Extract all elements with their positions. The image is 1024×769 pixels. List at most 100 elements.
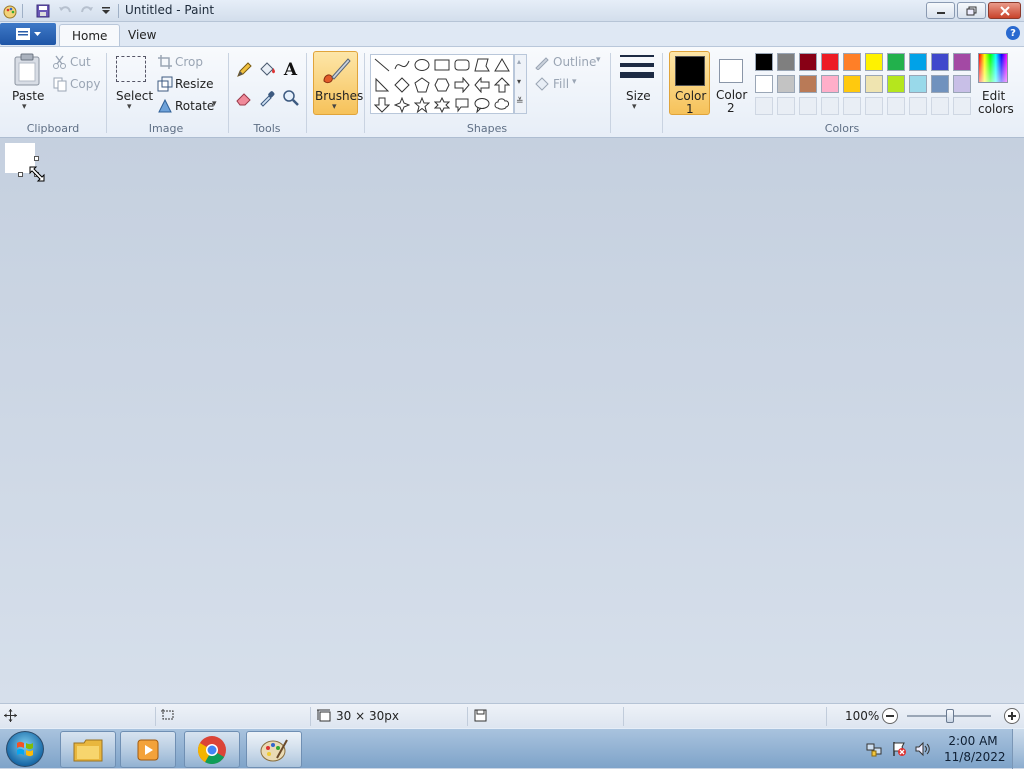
redo-icon[interactable] bbox=[79, 3, 95, 19]
rounded-rectangle-shape-icon[interactable] bbox=[452, 55, 472, 75]
brushes-button[interactable]: Brushes ▾ bbox=[313, 51, 363, 115]
custom-color-slot[interactable] bbox=[843, 97, 861, 115]
six-point-star-shape-icon[interactable] bbox=[432, 95, 452, 115]
cut-button[interactable]: Cut bbox=[70, 55, 91, 69]
custom-color-slot[interactable] bbox=[931, 97, 949, 115]
custom-color-slot[interactable] bbox=[821, 97, 839, 115]
palette-swatch[interactable] bbox=[777, 53, 795, 71]
custom-color-slot[interactable] bbox=[799, 97, 817, 115]
size-button[interactable]: Size bbox=[626, 89, 651, 103]
help-icon[interactable]: ? bbox=[1006, 26, 1020, 40]
palette-swatch[interactable] bbox=[799, 53, 817, 71]
start-button[interactable] bbox=[6, 731, 44, 767]
fill-button[interactable]: Fill bbox=[553, 77, 569, 91]
rectangle-shape-icon[interactable] bbox=[432, 55, 452, 75]
canvas-resize-handle-right[interactable] bbox=[34, 156, 39, 161]
cloud-callout-shape-icon[interactable] bbox=[492, 95, 512, 115]
custom-color-slot[interactable] bbox=[909, 97, 927, 115]
palette-swatch[interactable] bbox=[821, 75, 839, 93]
right-arrow-shape-icon[interactable] bbox=[452, 75, 472, 95]
fill-dropdown-icon[interactable]: ▾ bbox=[572, 77, 577, 87]
fill-bucket-icon[interactable] bbox=[256, 59, 277, 80]
palette-swatch[interactable] bbox=[931, 75, 949, 93]
rotate-button[interactable]: Rotate bbox=[175, 99, 214, 113]
expand-gallery-icon[interactable]: ≚ bbox=[516, 97, 524, 107]
size-icon[interactable] bbox=[620, 55, 654, 83]
tab-home[interactable]: Home bbox=[59, 24, 121, 46]
taskbar-file-explorer[interactable] bbox=[60, 731, 116, 768]
pentagon-shape-icon[interactable] bbox=[412, 75, 432, 95]
outline-button[interactable]: Outline bbox=[553, 55, 596, 69]
palette-swatch[interactable] bbox=[953, 53, 971, 71]
paint-app-icon[interactable] bbox=[2, 3, 18, 19]
canvas-resize-handle-bottom[interactable] bbox=[18, 172, 23, 177]
zoom-out-button[interactable] bbox=[882, 708, 898, 724]
size-dropdown-icon[interactable]: ▾ bbox=[632, 102, 637, 112]
color1-button[interactable]: Color 1 bbox=[669, 51, 710, 116]
paste-button[interactable]: Paste bbox=[12, 89, 44, 103]
palette-swatch[interactable] bbox=[821, 53, 839, 71]
palette-swatch[interactable] bbox=[887, 75, 905, 93]
copy-button[interactable]: Copy bbox=[70, 77, 100, 91]
left-arrow-shape-icon[interactable] bbox=[472, 75, 492, 95]
custom-color-slot[interactable] bbox=[755, 97, 773, 115]
zoom-in-button[interactable] bbox=[1004, 708, 1020, 724]
close-button[interactable] bbox=[988, 2, 1021, 19]
palette-swatch[interactable] bbox=[953, 75, 971, 93]
zoom-slider-thumb[interactable] bbox=[946, 709, 954, 723]
edit-colors-button[interactable]: Edit bbox=[982, 89, 1005, 103]
polygon-shape-icon[interactable] bbox=[472, 55, 492, 75]
palette-swatch[interactable] bbox=[843, 53, 861, 71]
up-arrow-shape-icon[interactable] bbox=[492, 75, 512, 95]
select-button[interactable]: Select bbox=[116, 89, 153, 103]
rotate-dropdown-icon[interactable]: ▾ bbox=[212, 99, 217, 109]
save-icon[interactable] bbox=[35, 3, 51, 19]
volume-icon[interactable] bbox=[915, 741, 931, 760]
tab-view[interactable]: View bbox=[116, 24, 168, 46]
select-dropdown-icon[interactable]: ▾ bbox=[127, 102, 132, 112]
custom-color-slot[interactable] bbox=[777, 97, 795, 115]
outline-dropdown-icon[interactable]: ▾ bbox=[596, 55, 601, 65]
custom-color-slot[interactable] bbox=[953, 97, 971, 115]
four-point-star-shape-icon[interactable] bbox=[392, 95, 412, 115]
line-shape-icon[interactable] bbox=[372, 55, 392, 75]
undo-icon[interactable] bbox=[57, 3, 73, 19]
magnifier-icon[interactable] bbox=[280, 87, 301, 108]
paste-dropdown-icon[interactable]: ▾ bbox=[22, 102, 27, 112]
shapes-scrollbar[interactable]: ▴ ▾ ≚ bbox=[514, 54, 527, 114]
hexagon-shape-icon[interactable] bbox=[432, 75, 452, 95]
scroll-up-icon[interactable]: ▴ bbox=[517, 57, 521, 66]
system-clock[interactable]: 2:00 AM 11/8/2022 bbox=[944, 733, 1006, 765]
palette-swatch[interactable] bbox=[909, 53, 927, 71]
action-center-flag-icon[interactable] bbox=[891, 741, 907, 760]
paint-menu-button[interactable] bbox=[0, 23, 56, 45]
palette-swatch[interactable] bbox=[843, 75, 861, 93]
diamond-shape-icon[interactable] bbox=[392, 75, 412, 95]
taskbar-chrome[interactable] bbox=[184, 731, 240, 768]
custom-color-slot[interactable] bbox=[865, 97, 883, 115]
canvas-workarea[interactable] bbox=[0, 138, 1024, 703]
triangle-shape-icon[interactable] bbox=[492, 55, 512, 75]
right-triangle-shape-icon[interactable] bbox=[372, 75, 392, 95]
edit-colors-icon[interactable] bbox=[978, 53, 1008, 83]
palette-swatch[interactable] bbox=[755, 75, 773, 93]
oval-callout-shape-icon[interactable] bbox=[472, 95, 492, 115]
palette-swatch[interactable] bbox=[777, 75, 795, 93]
custom-color-slot[interactable] bbox=[887, 97, 905, 115]
color2-button[interactable]: Color 2 bbox=[713, 51, 749, 115]
color-picker-icon[interactable] bbox=[256, 87, 277, 108]
palette-swatch[interactable] bbox=[931, 53, 949, 71]
resize-button[interactable]: Resize bbox=[175, 77, 213, 91]
minimize-button[interactable] bbox=[926, 2, 955, 19]
text-tool-icon[interactable]: A bbox=[280, 59, 301, 80]
select-icon[interactable] bbox=[116, 56, 146, 82]
palette-swatch[interactable] bbox=[909, 75, 927, 93]
taskbar-media-player[interactable] bbox=[120, 731, 176, 768]
scroll-down-icon[interactable]: ▾ bbox=[517, 77, 521, 86]
palette-swatch[interactable] bbox=[887, 53, 905, 71]
oval-shape-icon[interactable] bbox=[412, 55, 432, 75]
curve-shape-icon[interactable] bbox=[392, 55, 412, 75]
palette-swatch[interactable] bbox=[865, 53, 883, 71]
down-arrow-shape-icon[interactable] bbox=[372, 95, 392, 115]
pencil-tool-icon[interactable] bbox=[233, 59, 254, 80]
